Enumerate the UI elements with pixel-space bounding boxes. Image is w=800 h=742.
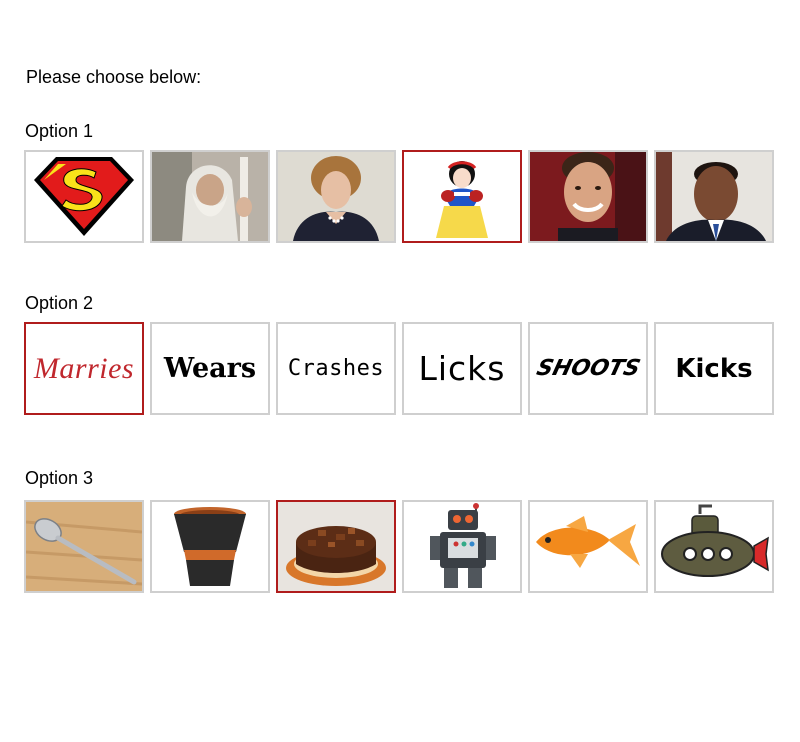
option-1-choice-obama[interactable] (654, 150, 774, 243)
verb-text-marries: Marries (33, 351, 135, 385)
option-1-choice-thatcher[interactable] (276, 150, 396, 243)
option-2-choice-kicks[interactable]: Kicks (654, 322, 774, 415)
option-2-row: Marries Wears Crashes Licks SHOOTS Kicks (24, 322, 774, 415)
verb-text-wears: Wears (163, 353, 257, 384)
obama-photo-icon (656, 152, 772, 241)
verb-text-shoots: SHOOTS (533, 355, 643, 381)
option-2-choice-marries[interactable]: Marries (24, 322, 144, 415)
option-3-label: Option 3 (25, 468, 94, 488)
option-2-choice-crashes[interactable]: Crashes (276, 322, 396, 415)
option-3-choice-spoon[interactable] (24, 500, 144, 593)
spoon-icon (26, 502, 142, 591)
option-1-row (24, 150, 774, 243)
option-3-choice-goldfish[interactable] (528, 500, 648, 593)
option-3-choice-toy-robot[interactable] (402, 500, 522, 593)
superman-logo-icon (34, 157, 134, 236)
option-1-choice-tom-cruise[interactable] (528, 150, 648, 243)
snow-white-icon (404, 152, 520, 241)
prompt-text: Please choose below: (26, 67, 202, 87)
goldfish-icon (530, 502, 646, 591)
verb-text-kicks: Kicks (675, 353, 753, 384)
option-2-choice-wears[interactable]: Wears (150, 322, 270, 415)
flower-pot-icon (152, 502, 268, 591)
verb-text-licks: Licks (418, 349, 506, 388)
option-2-choice-licks[interactable]: Licks (402, 322, 522, 415)
thatcher-photo-icon (278, 152, 394, 241)
verb-text-crashes: Crashes (287, 355, 385, 381)
option-3-choice-submarine[interactable] (654, 500, 774, 593)
option-1-choice-gandalf[interactable] (150, 150, 270, 243)
option-3-row (24, 500, 774, 593)
option-2-choice-shoots[interactable]: SHOOTS (528, 322, 648, 415)
option-1-label: Option 1 (25, 121, 94, 141)
gandalf-photo-icon (152, 152, 268, 241)
option-3-choice-chocolate-cake[interactable] (276, 500, 396, 593)
submarine-icon (656, 502, 772, 591)
option-3-choice-flower-pot[interactable] (150, 500, 270, 593)
chocolate-cake-icon (278, 502, 394, 591)
toy-robot-icon (404, 502, 520, 591)
option-1-choice-snow-white[interactable] (402, 150, 522, 243)
option-2-label: Option 2 (25, 293, 94, 313)
option-1-choice-superman[interactable] (24, 150, 144, 243)
tom-cruise-photo-icon (530, 152, 646, 241)
